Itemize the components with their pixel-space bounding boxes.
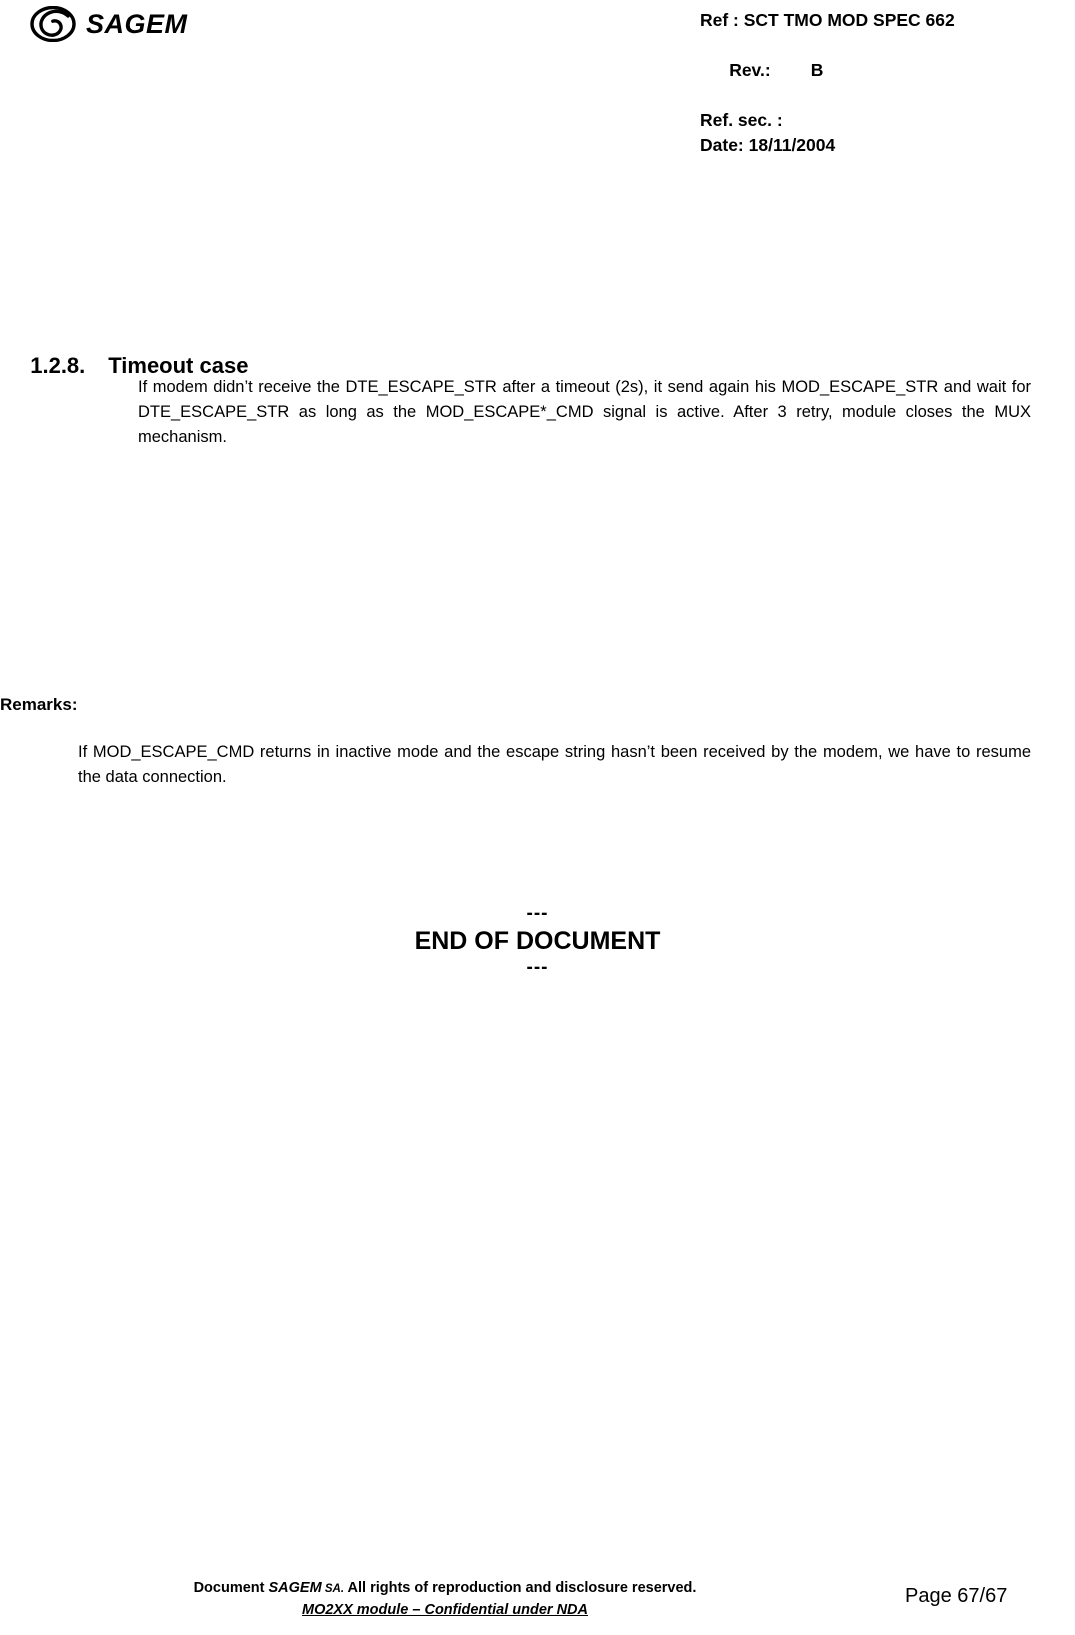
footer-sa-suffix: SA. (321, 1583, 345, 1595)
header-rev: Rev.: B (700, 33, 955, 108)
page-footer: Document SAGEM SA. All rights of reprodu… (0, 1578, 1075, 1635)
end-of-document-title: END OF DOCUMENT (414, 927, 661, 955)
escape-timing-diagram: Suspended data mode Command mode DTE Tx … (0, 126, 1075, 388)
footer-copyright: Document SAGEM SA. All rights of reprodu… (0, 1578, 890, 1621)
sagem-spiral-logo-icon (30, 6, 76, 42)
remarks-heading: Remarks: (0, 695, 78, 714)
section-heading: 1.2.8. Timeout case (18, 327, 248, 379)
end-dash-bottom: --- (526, 957, 549, 978)
footer-rights-text: All rights of reproduction and disclosur… (344, 1580, 697, 1596)
header-rev-label: Rev.: (729, 60, 771, 80)
end-of-document-block: --- END OF DOCUMENT --- (0, 903, 1075, 979)
sagem-logo: SAGEM (30, 6, 188, 42)
end-dash-top: --- (526, 903, 549, 924)
footer-prefix: Document (193, 1580, 269, 1596)
remarks-paragraph: If MOD_ESCAPE_CMD returns in inactive mo… (78, 743, 1031, 786)
section-number: 1.2.8. (30, 353, 86, 378)
footer-sagem-wordmark: SAGEM (268, 1580, 322, 1596)
page-header: SAGEM Ref : SCT TMO MOD SPEC 662 Rev.: B … (0, 0, 1075, 155)
header-rev-value: B (810, 60, 824, 80)
header-ref: Ref : SCT TMO MOD SPEC 662 (700, 10, 955, 30)
footer-line-1: Document SAGEM SA. All rights of reprodu… (0, 1578, 890, 1600)
timeout-paragraph: If modem didn’t receive the DTE_ESCAPE_S… (138, 378, 1031, 446)
footer-line-2: MO2XX module – Confidential under NDA (302, 1602, 588, 1618)
sagem-logo-text: SAGEM (86, 8, 188, 39)
footer-page-number: Page 67/67 (905, 1585, 1008, 1607)
timeout-timing-diagram: MOD_ESCAPE_CMD DTE Tx DATA DTE_ESCAPE_ST… (0, 486, 1075, 1149)
